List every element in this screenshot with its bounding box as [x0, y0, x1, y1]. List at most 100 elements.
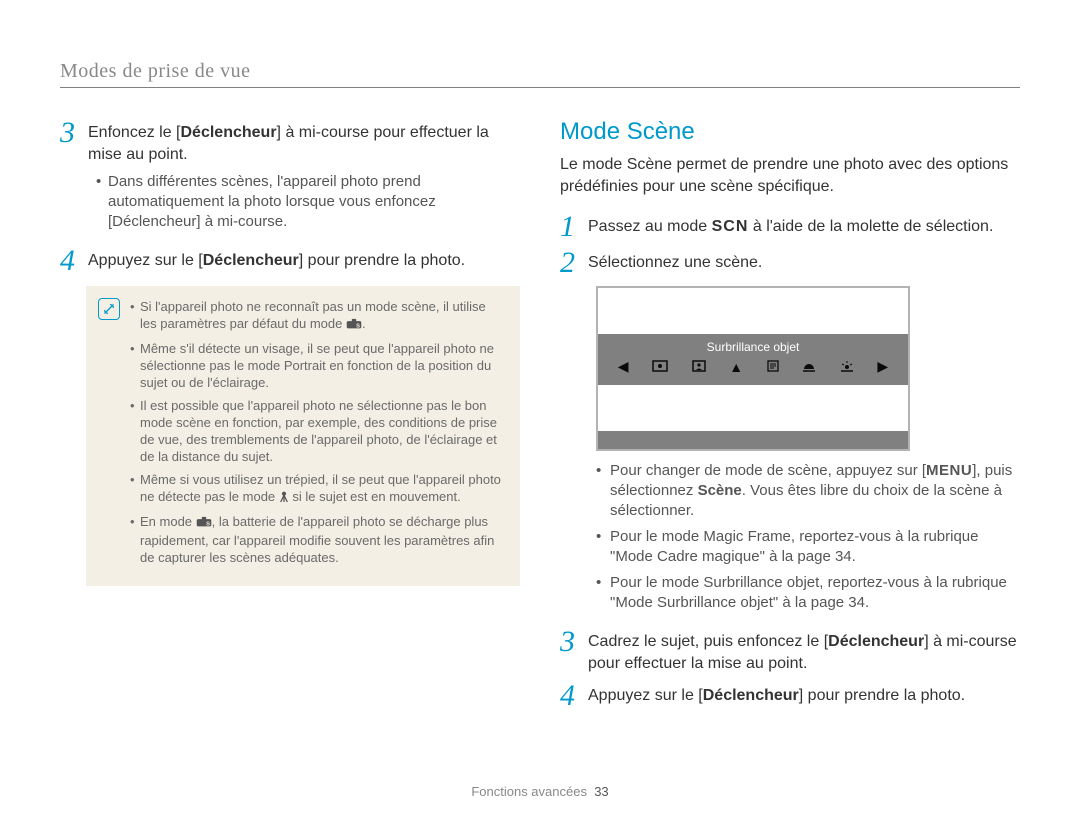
- left-step-4: 4 Appuyez sur le [Déclencheur] pour pren…: [60, 246, 520, 276]
- frame-icon: [652, 359, 668, 375]
- camera-smart-icon: S: [196, 515, 212, 532]
- text: Même s'il détecte un visage, il se peut …: [140, 340, 504, 391]
- scn-mode-label: SCN: [712, 218, 749, 235]
- shutter-label: Déclencheur: [181, 124, 277, 141]
- portrait-icon: [692, 359, 706, 375]
- lcd-icons-row: ◀ ▲ ▶: [598, 354, 908, 381]
- text: Pour changer de mode de scène, appuyez s…: [610, 462, 926, 479]
- note-item: • Si l'appareil photo ne reconnaît pas u…: [130, 298, 504, 334]
- left-step-3-sub: • Dans différentes scènes, l'appareil ph…: [96, 172, 520, 232]
- step-number: 3: [560, 627, 588, 657]
- text: En mode: [140, 514, 196, 529]
- shutter-label: Déclencheur: [203, 252, 299, 269]
- text: Enfoncez le [: [88, 124, 181, 141]
- sunset-icon: [802, 359, 816, 375]
- lcd-top-area: [598, 288, 908, 334]
- page-footer: Fonctions avancées 33: [0, 784, 1080, 799]
- text: Si l'appareil photo ne reconnaît pas un …: [140, 298, 504, 334]
- left-column: 3 Enfoncez le [Déclencheur] à mi-course …: [60, 118, 520, 717]
- bullet-dot: •: [130, 397, 140, 465]
- text: Il est possible que l'appareil photo ne …: [140, 397, 504, 465]
- svg-text:S: S: [206, 522, 210, 528]
- bullet-dot: •: [596, 527, 610, 567]
- bullet-dot: •: [130, 471, 140, 507]
- step-text: Enfoncez le [Déclencheur] à mi-course po…: [88, 118, 520, 166]
- note-list: • Si l'appareil photo ne reconnaît pas u…: [130, 298, 504, 572]
- step-text: Sélectionnez une scène.: [588, 248, 762, 274]
- right-column: Mode Scène Le mode Scène permet de prend…: [560, 118, 1020, 717]
- scene-bold: Scène: [698, 482, 742, 499]
- header-title: Modes de prise de vue: [60, 60, 1020, 83]
- sub-bullet: • Pour le mode Magic Frame, reportez-vou…: [596, 527, 1020, 567]
- note-item: • Même s'il détecte un visage, il se peu…: [130, 340, 504, 391]
- left-step-3: 3 Enfoncez le [Déclencheur] à mi-course …: [60, 118, 520, 166]
- two-columns: 3 Enfoncez le [Déclencheur] à mi-course …: [60, 118, 1020, 717]
- footer-section: Fonctions avancées: [471, 784, 587, 799]
- header-divider: [60, 87, 1020, 88]
- right-step-1: 1 Passez au mode SCN à l'aide de la mole…: [560, 212, 1020, 242]
- text: ] à mi-course.: [196, 213, 287, 230]
- right-step-2: 2 Sélectionnez une scène.: [560, 248, 1020, 278]
- arrow-left-icon: ◀: [618, 358, 629, 375]
- text: Pour le mode Surbrillance objet, reporte…: [610, 573, 1020, 613]
- sub-bullet: • Pour changer de mode de scène, appuyez…: [596, 461, 1020, 521]
- step-text: Appuyez sur le [Déclencheur] pour prendr…: [88, 246, 465, 272]
- lcd-bottom-bar: [598, 431, 908, 449]
- step-number: 1: [560, 212, 588, 242]
- right-step-4: 4 Appuyez sur le [Déclencheur] pour pren…: [560, 681, 1020, 711]
- lcd-light-area: [598, 385, 908, 431]
- right-step-3: 3 Cadrez le sujet, puis enfoncez le [Déc…: [560, 627, 1020, 675]
- bullet-dot: •: [596, 573, 610, 613]
- note-item: • Il est possible que l'appareil photo n…: [130, 397, 504, 465]
- lcd-scene-name: Surbrillance objet: [598, 340, 908, 354]
- shutter-label: Déclencheur: [703, 687, 799, 704]
- page-number: 33: [594, 784, 608, 799]
- landscape-icon: ▲: [729, 359, 743, 375]
- step-text: Appuyez sur le [Déclencheur] pour prendr…: [588, 681, 965, 707]
- arrow-right-icon: ▶: [877, 358, 888, 375]
- step-number: 3: [60, 118, 88, 148]
- text: ] pour prendre la photo.: [799, 687, 965, 704]
- section-heading: Mode Scène: [560, 118, 1020, 146]
- note-item: • En mode S, la batterie de l'appareil p…: [130, 513, 504, 566]
- text: si le sujet est en mouvement.: [289, 489, 461, 504]
- lcd-strip: Surbrillance objet ◀ ▲ ▶: [598, 334, 908, 385]
- step-number: 4: [560, 681, 588, 711]
- shutter-label: Déclencheur: [112, 213, 196, 230]
- text: Si l'appareil photo ne reconnaît pas un …: [140, 299, 486, 331]
- bullet-dot: •: [596, 461, 610, 521]
- text: En mode S, la batterie de l'appareil pho…: [140, 513, 504, 566]
- tripod-icon: [279, 490, 289, 507]
- bullet-dot: •: [130, 298, 140, 334]
- step-text: Passez au mode SCN à l'aide de la molett…: [588, 212, 993, 238]
- text: Pour changer de mode de scène, appuyez s…: [610, 461, 1020, 521]
- dawn-icon: [840, 359, 854, 375]
- bullet-dot: •: [96, 172, 108, 232]
- text: Pour le mode Magic Frame, reportez-vous …: [610, 527, 1020, 567]
- step-number: 4: [60, 246, 88, 276]
- sub-bullet: • Pour le mode Surbrillance objet, repor…: [596, 573, 1020, 613]
- right-sub-bullets: • Pour changer de mode de scène, appuyez…: [596, 461, 1020, 613]
- text: Cadrez le sujet, puis enfoncez le [: [588, 633, 828, 650]
- text: Même si vous utilisez un trépied, il se …: [140, 471, 504, 507]
- bullet-dot: •: [130, 513, 140, 566]
- note-box: • Si l'appareil photo ne reconnaît pas u…: [86, 286, 520, 586]
- text: Dans différentes scènes, l'appareil phot…: [108, 172, 520, 232]
- text: ] pour prendre la photo.: [299, 252, 465, 269]
- step-text: Cadrez le sujet, puis enfoncez le [Décle…: [588, 627, 1020, 675]
- note-icon: [98, 298, 120, 320]
- text: Appuyez sur le [: [588, 687, 703, 704]
- text: .: [362, 316, 366, 331]
- sub-bullet: • Dans différentes scènes, l'appareil ph…: [96, 172, 520, 232]
- text: Appuyez sur le [: [88, 252, 203, 269]
- text-icon: [767, 359, 779, 375]
- lead-text: Le mode Scène permet de prendre une phot…: [560, 154, 1020, 198]
- svg-text:S: S: [356, 324, 360, 330]
- camera-lcd-preview: Surbrillance objet ◀ ▲ ▶: [596, 286, 910, 451]
- text: Passez au mode: [588, 218, 712, 235]
- text: à l'aide de la molette de sélection.: [748, 218, 993, 235]
- menu-label: MENU: [926, 462, 972, 479]
- page: Modes de prise de vue 3 Enfoncez le [Déc…: [0, 0, 1080, 815]
- camera-smart-icon: S: [346, 317, 362, 334]
- step-number: 2: [560, 248, 588, 278]
